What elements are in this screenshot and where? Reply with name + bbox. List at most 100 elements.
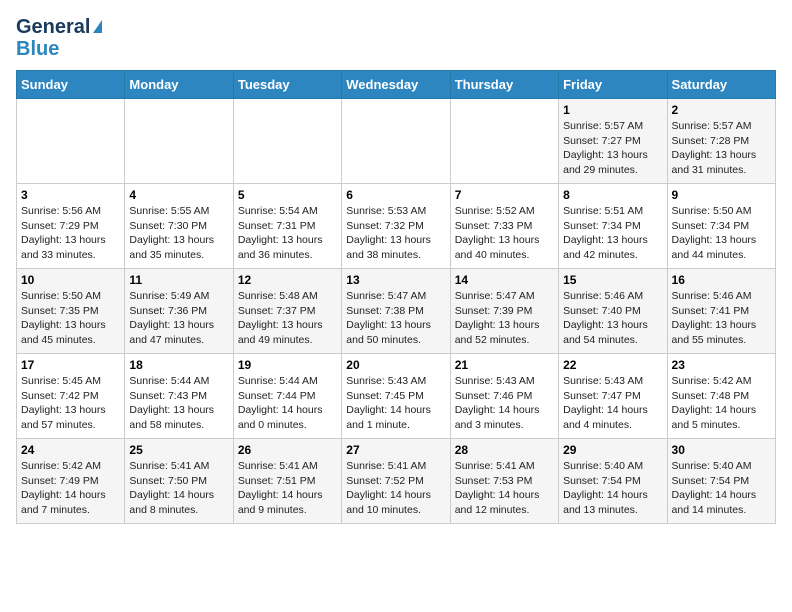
day-info: Sunrise: 5:55 AM Sunset: 7:30 PM Dayligh…: [129, 204, 228, 263]
day-info: Sunrise: 5:42 AM Sunset: 7:48 PM Dayligh…: [672, 374, 771, 433]
day-info: Sunrise: 5:47 AM Sunset: 7:38 PM Dayligh…: [346, 289, 445, 348]
calendar-cell: 25Sunrise: 5:41 AM Sunset: 7:50 PM Dayli…: [125, 439, 233, 524]
day-number: 6: [346, 188, 445, 202]
page-header: General Blue: [16, 16, 776, 60]
day-number: 8: [563, 188, 662, 202]
day-number: 17: [21, 358, 120, 372]
day-info: Sunrise: 5:54 AM Sunset: 7:31 PM Dayligh…: [238, 204, 337, 263]
calendar-cell: 2 Sunrise: 5:57 AM Sunset: 7:28 PM Daylig…: [667, 99, 775, 184]
day-number: 28: [455, 443, 554, 457]
day-number: 26: [238, 443, 337, 457]
calendar-cell: 17 Sunrise: 5:45 AM Sunset: 7:42 PM Dayli…: [17, 354, 125, 439]
calendar-cell: 4 Sunrise: 5:55 AM Sunset: 7:30 PM Daylig…: [125, 184, 233, 269]
day-info: Sunrise: 5:50 AM Sunset: 7:34 PM Dayligh…: [672, 204, 771, 263]
day-info: Sunrise: 5:46 AM Sunset: 7:40 PM Dayligh…: [563, 289, 662, 348]
calendar-cell: 19 Sunrise: 5:44 AM Sunset: 7:44 PM Dayli…: [233, 354, 341, 439]
day-number: 12: [238, 273, 337, 287]
day-number: 7: [455, 188, 554, 202]
day-info: Sunrise: 5:41 AM Sunset: 7:51 PM Dayligh…: [238, 459, 337, 518]
header-wednesday: Wednesday: [342, 71, 450, 99]
calendar-cell: 18 Sunrise: 5:44 AM Sunset: 7:43 PM Dayli…: [125, 354, 233, 439]
calendar-cell: 3 Sunrise: 5:56 AM Sunset: 7:29 PM Daylig…: [17, 184, 125, 269]
calendar-cell: 7 Sunrise: 5:52 AM Sunset: 7:33 PM Daylig…: [450, 184, 558, 269]
day-number: 29: [563, 443, 662, 457]
day-number: 4: [129, 188, 228, 202]
day-number: 23: [672, 358, 771, 372]
day-info: Sunrise: 5:40 AM Sunset: 7:54 PM Dayligh…: [563, 459, 662, 518]
day-info: Sunrise: 5:43 AM Sunset: 7:46 PM Dayligh…: [455, 374, 554, 433]
day-info: Sunrise: 5:45 AM Sunset: 7:42 PM Dayligh…: [21, 374, 120, 433]
calendar-cell: 13 Sunrise: 5:47 AM Sunset: 7:38 PM Dayli…: [342, 269, 450, 354]
calendar-cell: [125, 99, 233, 184]
day-number: 22: [563, 358, 662, 372]
calendar-cell: 21 Sunrise: 5:43 AM Sunset: 7:46 PM Dayli…: [450, 354, 558, 439]
day-info: Sunrise: 5:41 AM Sunset: 7:53 PM Dayligh…: [455, 459, 554, 518]
header-monday: Monday: [125, 71, 233, 99]
day-info: Sunrise: 5:57 AM Sunset: 7:28 PM Dayligh…: [672, 119, 771, 178]
day-number: 10: [21, 273, 120, 287]
calendar-week-3: 10Sunrise: 5:50 AM Sunset: 7:35 PM Dayli…: [17, 269, 776, 354]
day-info: Sunrise: 5:48 AM Sunset: 7:37 PM Dayligh…: [238, 289, 337, 348]
calendar-cell: [17, 99, 125, 184]
day-number: 20: [346, 358, 445, 372]
header-sunday: Sunday: [17, 71, 125, 99]
day-number: 30: [672, 443, 771, 457]
day-number: 3: [21, 188, 120, 202]
day-info: Sunrise: 5:47 AM Sunset: 7:39 PM Dayligh…: [455, 289, 554, 348]
day-number: 19: [238, 358, 337, 372]
calendar-week-2: 3 Sunrise: 5:56 AM Sunset: 7:29 PM Daylig…: [17, 184, 776, 269]
calendar-week-5: 24Sunrise: 5:42 AM Sunset: 7:49 PM Dayli…: [17, 439, 776, 524]
calendar-cell: [342, 99, 450, 184]
header-saturday: Saturday: [667, 71, 775, 99]
calendar-cell: 5Sunrise: 5:54 AM Sunset: 7:31 PM Daylig…: [233, 184, 341, 269]
calendar-cell: [233, 99, 341, 184]
day-number: 21: [455, 358, 554, 372]
calendar-week-1: 1 Sunrise: 5:57 AM Sunset: 7:27 PM Daylig…: [17, 99, 776, 184]
day-info: Sunrise: 5:44 AM Sunset: 7:43 PM Dayligh…: [129, 374, 228, 433]
calendar-cell: 1 Sunrise: 5:57 AM Sunset: 7:27 PM Daylig…: [559, 99, 667, 184]
day-number: 27: [346, 443, 445, 457]
calendar-cell: 12 Sunrise: 5:48 AM Sunset: 7:37 PM Dayli…: [233, 269, 341, 354]
day-info: Sunrise: 5:57 AM Sunset: 7:27 PM Dayligh…: [563, 119, 662, 178]
calendar-week-4: 17 Sunrise: 5:45 AM Sunset: 7:42 PM Dayli…: [17, 354, 776, 439]
day-number: 14: [455, 273, 554, 287]
logo: General Blue: [16, 16, 102, 60]
header-thursday: Thursday: [450, 71, 558, 99]
calendar-cell: 24Sunrise: 5:42 AM Sunset: 7:49 PM Dayli…: [17, 439, 125, 524]
day-number: 15: [563, 273, 662, 287]
day-number: 24: [21, 443, 120, 457]
calendar-cell: 23 Sunrise: 5:42 AM Sunset: 7:48 PM Dayli…: [667, 354, 775, 439]
day-number: 13: [346, 273, 445, 287]
day-info: Sunrise: 5:49 AM Sunset: 7:36 PM Dayligh…: [129, 289, 228, 348]
calendar-cell: 26 Sunrise: 5:41 AM Sunset: 7:51 PM Dayli…: [233, 439, 341, 524]
calendar-cell: 8 Sunrise: 5:51 AM Sunset: 7:34 PM Daylig…: [559, 184, 667, 269]
day-info: Sunrise: 5:43 AM Sunset: 7:47 PM Dayligh…: [563, 374, 662, 433]
day-info: Sunrise: 5:44 AM Sunset: 7:44 PM Dayligh…: [238, 374, 337, 433]
day-info: Sunrise: 5:41 AM Sunset: 7:52 PM Dayligh…: [346, 459, 445, 518]
calendar-cell: 10Sunrise: 5:50 AM Sunset: 7:35 PM Dayli…: [17, 269, 125, 354]
day-info: Sunrise: 5:53 AM Sunset: 7:32 PM Dayligh…: [346, 204, 445, 263]
calendar-cell: 29 Sunrise: 5:40 AM Sunset: 7:54 PM Dayli…: [559, 439, 667, 524]
day-info: Sunrise: 5:51 AM Sunset: 7:34 PM Dayligh…: [563, 204, 662, 263]
calendar-cell: 30Sunrise: 5:40 AM Sunset: 7:54 PM Dayli…: [667, 439, 775, 524]
calendar-cell: 11Sunrise: 5:49 AM Sunset: 7:36 PM Dayli…: [125, 269, 233, 354]
calendar-cell: 28 Sunrise: 5:41 AM Sunset: 7:53 PM Dayli…: [450, 439, 558, 524]
day-info: Sunrise: 5:56 AM Sunset: 7:29 PM Dayligh…: [21, 204, 120, 263]
day-info: Sunrise: 5:52 AM Sunset: 7:33 PM Dayligh…: [455, 204, 554, 263]
header-tuesday: Tuesday: [233, 71, 341, 99]
day-number: 16: [672, 273, 771, 287]
logo-text: General: [16, 16, 102, 38]
calendar-cell: 15 Sunrise: 5:46 AM Sunset: 7:40 PM Dayli…: [559, 269, 667, 354]
day-number: 1: [563, 103, 662, 117]
day-number: 18: [129, 358, 228, 372]
day-number: 25: [129, 443, 228, 457]
day-info: Sunrise: 5:43 AM Sunset: 7:45 PM Dayligh…: [346, 374, 445, 433]
calendar-cell: [450, 99, 558, 184]
day-number: 9: [672, 188, 771, 202]
calendar-cell: 6 Sunrise: 5:53 AM Sunset: 7:32 PM Daylig…: [342, 184, 450, 269]
calendar-cell: 16Sunrise: 5:46 AM Sunset: 7:41 PM Dayli…: [667, 269, 775, 354]
calendar-cell: 14 Sunrise: 5:47 AM Sunset: 7:39 PM Dayli…: [450, 269, 558, 354]
calendar-cell: 22 Sunrise: 5:43 AM Sunset: 7:47 PM Dayli…: [559, 354, 667, 439]
calendar-table: SundayMondayTuesdayWednesdayThursdayFrid…: [16, 70, 776, 524]
day-number: 2: [672, 103, 771, 117]
